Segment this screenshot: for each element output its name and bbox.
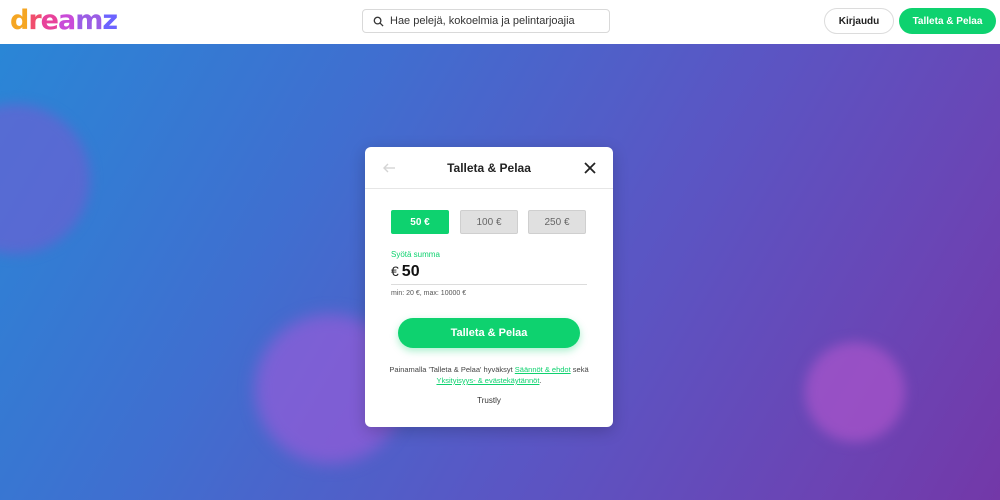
amount-limits: min: 20 €, max: 10000 € — [391, 290, 467, 297]
close-icon[interactable] — [583, 161, 597, 175]
logo-letter: a — [57, 5, 76, 36]
top-header: dreamz Hae pelejä, kokoelmia ja pelintar… — [0, 0, 1000, 44]
logo-letter: z — [102, 5, 118, 36]
amount-field[interactable]: € 50 — [391, 263, 587, 285]
search-placeholder: Hae pelejä, kokoelmia ja pelintarjoajia — [390, 15, 575, 27]
trustly-logo: Trustly — [365, 396, 613, 405]
amount-value: 50 — [401, 263, 420, 280]
login-button[interactable]: Kirjaudu — [824, 8, 894, 34]
modal-header: Talleta & Pelaa — [365, 147, 613, 189]
currency-symbol: € — [391, 263, 399, 279]
decorative-blob — [0, 104, 90, 254]
terms-text: Painamalla 'Talleta & Pelaa' hyväksyt Sä… — [385, 364, 593, 386]
decorative-blob — [805, 342, 905, 442]
terms-suffix: . — [539, 376, 542, 385]
amount-field-label: Syötä summa — [391, 250, 440, 259]
search-icon — [367, 10, 389, 32]
amount-options: 50 € 100 € 250 € — [391, 210, 587, 234]
deposit-play-button[interactable]: Talleta & Pelaa — [899, 8, 996, 34]
terms-middle: sekä — [570, 365, 589, 374]
terms-prefix: Painamalla 'Talleta & Pelaa' hyväksyt — [389, 365, 515, 374]
amount-option-100[interactable]: 100 € — [460, 210, 518, 234]
submit-deposit-button[interactable]: Talleta & Pelaa — [398, 318, 580, 348]
logo-letter: m — [75, 5, 103, 36]
modal-title: Talleta & Pelaa — [447, 161, 531, 175]
amount-option-50[interactable]: 50 € — [391, 210, 449, 234]
amount-option-250[interactable]: 250 € — [528, 210, 586, 234]
logo-letter: e — [40, 5, 59, 36]
trustly-text: Trustly — [477, 396, 501, 405]
search-input[interactable]: Hae pelejä, kokoelmia ja pelintarjoajia — [362, 9, 610, 33]
deposit-modal: Talleta & Pelaa 50 € 100 € 250 € Syötä s… — [365, 147, 613, 427]
privacy-link[interactable]: Yksityisyys- & evästekäytännöt — [436, 376, 539, 385]
logo-letter: r — [28, 5, 41, 36]
dreamz-logo[interactable]: dreamz — [10, 5, 118, 37]
terms-link[interactable]: Säännöt & ehdot — [515, 365, 571, 374]
logo-letter: d — [10, 5, 29, 36]
